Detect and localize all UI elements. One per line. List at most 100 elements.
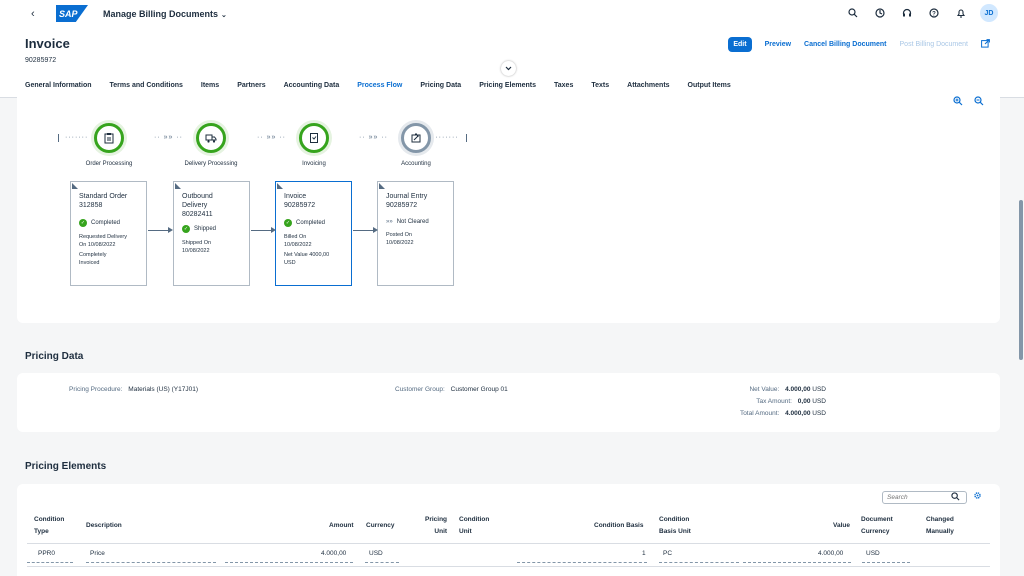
pricing-procedure-label: Pricing Procedure: (69, 386, 123, 393)
flow-node-journal-entry[interactable]: Journal Entry 90285972 »» Not Cleared Pos… (377, 181, 454, 286)
col-amount[interactable]: Amount (329, 520, 354, 532)
copilot-icon[interactable] (872, 5, 888, 21)
cancel-billing-document-button[interactable]: Cancel Billing Document (804, 41, 886, 48)
net-value-label: Net Value: (749, 386, 780, 393)
col-currency[interactable]: Currency (366, 520, 395, 532)
svg-text:?: ? (932, 11, 936, 17)
tax-amount-label: Tax Amount: (756, 398, 792, 405)
node-title: Outbound (182, 193, 213, 200)
node-status: ✓ Completed (284, 219, 326, 227)
node-title-line2: Delivery (182, 202, 208, 209)
col-condition-basis-unit[interactable]: Condition Basis Unit (659, 514, 691, 538)
cell-currency[interactable]: USD (369, 550, 383, 557)
back-icon[interactable]: ‹ (31, 8, 35, 20)
cell-condition-basis-unit[interactable]: PC (663, 550, 672, 557)
pricing-elements-title: Pricing Elements (25, 461, 107, 472)
col-document-currency[interactable]: Document Currency (861, 514, 893, 538)
cell-condition-basis[interactable]: 1 (642, 550, 646, 557)
lane-connector: ·· »» ·· (257, 134, 286, 141)
flow-node-outbound-delivery[interactable]: Outbound Delivery 80282411 ✓ Shipped Ship… (173, 181, 250, 286)
app-title-menu[interactable]: Manage Billing Documents ⌄ (103, 9, 227, 19)
net-value-currency: USD (812, 386, 826, 393)
total-amount-currency: USD (812, 410, 826, 417)
object-header: Invoice 90285972 Edit Preview Cancel Bil… (0, 29, 1024, 98)
sap-logo[interactable]: SAP (56, 5, 88, 22)
col-condition-type[interactable]: Condition Type (34, 514, 64, 538)
tax-amount-field: Tax Amount: 0,00 USD (756, 398, 826, 405)
zoom-out-icon[interactable] (974, 96, 984, 108)
cell-description[interactable]: Price (90, 550, 105, 557)
arrow-icon (373, 227, 378, 233)
node-title: Standard Order (79, 193, 128, 200)
input-underline (365, 562, 399, 563)
input-underline (659, 562, 739, 563)
pricing-elements-card: ConditionType Description Amount Currenc… (17, 484, 1000, 576)
net-value-field: Net Value: 4.000,00 USD (749, 386, 826, 393)
tax-amount-currency: USD (812, 398, 826, 405)
node-number: 90285972 (386, 202, 418, 209)
cell-document-currency[interactable]: USD (866, 550, 880, 557)
zoom-in-icon[interactable] (953, 96, 963, 108)
arrow-icon (271, 227, 276, 233)
lane-order-processing[interactable] (94, 123, 124, 153)
app-title: Manage Billing Documents (103, 9, 219, 19)
node-title: Invoice (284, 193, 307, 200)
accounting-icon (411, 133, 421, 143)
col-condition-basis[interactable]: Condition Basis (594, 520, 643, 532)
help-icon[interactable]: ? (926, 5, 942, 21)
in-progress-icon: »» (386, 219, 393, 225)
flow-connector (251, 230, 271, 231)
avatar[interactable]: JD (980, 4, 998, 22)
document-number: 90285972 (25, 57, 57, 64)
search-icon[interactable] (845, 5, 861, 21)
cell-amount[interactable]: 4.000,00 (321, 550, 346, 557)
input-underline (86, 562, 216, 563)
input-underline (862, 562, 910, 563)
edit-button[interactable]: Edit (728, 37, 752, 52)
customer-group-value: Customer Group 01 (450, 386, 508, 393)
flow-node-invoice[interactable]: Invoice 90285972 ✓ Completed Billed On 10… (275, 181, 352, 286)
node-number: 80282411 (182, 211, 213, 218)
pricing-procedure-value: Materials (US) (Y17J01) (128, 386, 199, 393)
lane-connector: ········ (432, 134, 459, 141)
flow-connector (353, 230, 373, 231)
flow-node-standard-order[interactable]: Standard Order 312858 ✓ Completed Request… (70, 181, 147, 286)
col-description[interactable]: Description (86, 520, 122, 532)
node-status: ✓ Shipped (182, 225, 217, 233)
col-changed-manually[interactable]: Changed Manually (926, 514, 954, 538)
lane-invoicing[interactable] (299, 123, 329, 153)
node-info: Posted On 10/08/2022 (386, 232, 414, 246)
input-underline (743, 562, 851, 563)
lane-delivery-processing[interactable] (196, 123, 226, 153)
header-actions: Edit Preview Cancel Billing Document Pos… (728, 37, 990, 52)
clipboard-icon (104, 133, 114, 144)
customer-group-field: Customer Group: Customer Group 01 (395, 386, 508, 393)
shell-actions: ? JD (845, 4, 998, 22)
page-scrollbar[interactable] (1019, 200, 1023, 360)
process-flow-card: ······· ·· »» ·· ·· »» ·· ·· »» ·· ·····… (17, 91, 1000, 323)
lane-connector: ·· »» ·· (359, 134, 388, 141)
input-underline (517, 562, 647, 563)
lane-start-marker (58, 134, 59, 142)
total-amount-field: Total Amount: 4.000,00 USD (740, 410, 826, 417)
col-condition-unit[interactable]: Condition Unit (459, 514, 489, 538)
cell-condition-type[interactable]: PPR0 (38, 550, 55, 557)
node-title: Journal Entry (386, 193, 428, 200)
preview-button[interactable]: Preview (765, 41, 791, 48)
post-billing-document-button[interactable]: Post Billing Document (900, 41, 968, 48)
flow-connector (148, 230, 168, 231)
col-value[interactable]: Value (833, 520, 850, 532)
headset-icon[interactable] (899, 5, 915, 21)
bell-icon[interactable] (953, 5, 969, 21)
node-number: 312858 (79, 202, 103, 209)
total-amount-label: Total Amount: (739, 410, 780, 417)
gear-icon[interactable] (973, 491, 982, 502)
open-in-new-window-icon[interactable] (981, 39, 990, 50)
collapse-header-button[interactable] (501, 61, 516, 76)
lane-accounting[interactable] (401, 123, 431, 153)
col-pricing-unit[interactable]: Pricing Unit (425, 514, 447, 538)
search-icon[interactable] (951, 492, 960, 503)
tax-amount: 0,00 (797, 398, 811, 405)
node-info: Requested Delivery On 10/08/2022 Complet… (79, 234, 127, 266)
cell-value[interactable]: 4.000,00 (818, 550, 843, 557)
